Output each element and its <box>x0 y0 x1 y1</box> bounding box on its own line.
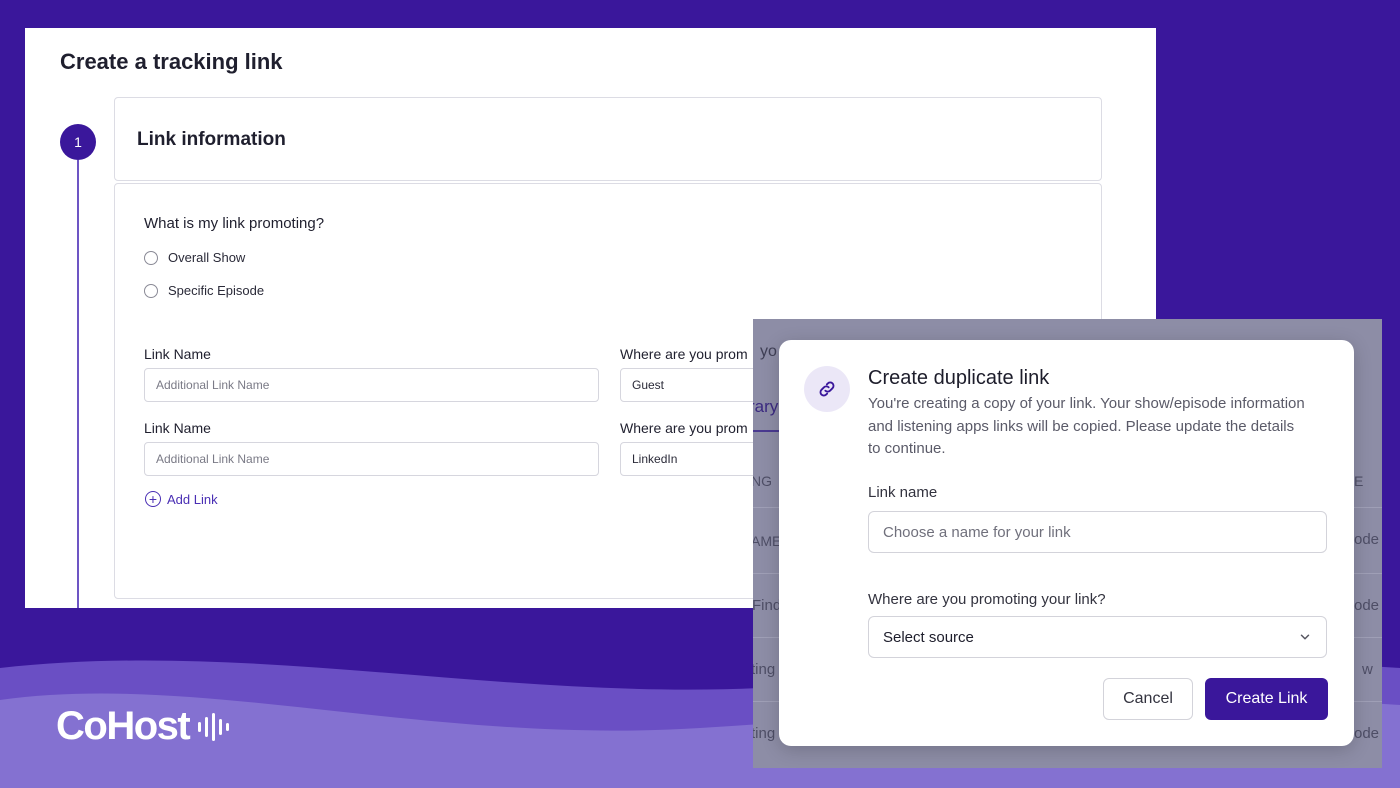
duplicate-link-modal: Create duplicate link You're creating a … <box>779 340 1354 746</box>
radio-overall-show[interactable]: Overall Show <box>144 250 245 265</box>
section-title: Link information <box>137 129 286 150</box>
background-cell-fragment: ting <box>753 661 776 678</box>
where-promoting-label: Where are you prom <box>620 346 748 362</box>
section-header: Link information <box>114 97 1102 181</box>
background-tab-fragment: rary <box>753 397 779 416</box>
source-select[interactable]: Select source <box>868 616 1327 658</box>
background-cell-fragment: ode <box>1354 725 1380 742</box>
step-indicator: 1 <box>60 124 96 160</box>
background-cell-fragment: ode <box>1354 531 1380 548</box>
radio-label: Overall Show <box>168 250 246 265</box>
promotion-question: What is my link promoting? <box>144 215 325 232</box>
radio-button[interactable] <box>144 283 158 298</box>
where-promoting-label: Where are you promoting your link? <box>868 591 1106 608</box>
add-link-label: Add Link <box>167 491 218 507</box>
background-cell-fragment: ode <box>1354 597 1380 614</box>
link-name-label: Link Name <box>144 420 211 436</box>
link-name-input[interactable]: Choose a name for your link <box>868 511 1327 553</box>
modal-title: Create duplicate link <box>868 367 1050 389</box>
modal-description: You're creating a copy of your link. You… <box>868 395 1305 457</box>
radio-specific-episode[interactable]: Specific Episode <box>144 283 264 298</box>
background-column-fragment: AME <box>753 533 782 549</box>
audio-wave-icon <box>198 712 230 741</box>
background-column-fragment: E <box>1354 473 1364 489</box>
link-name-label: Link Name <box>144 346 211 362</box>
cohost-logo: CoHost <box>56 704 235 749</box>
background-tab-underline <box>753 430 779 432</box>
background-cell-fragment: w <box>1362 661 1373 678</box>
radio-button[interactable] <box>144 250 158 265</box>
link-name-input[interactable]: Additional Link Name <box>144 368 599 402</box>
modal-backdrop: yo rary NG E AME ode Find ode ting w tin… <box>753 319 1382 768</box>
create-link-button[interactable]: Create Link <box>1205 678 1328 720</box>
chevron-down-icon <box>1300 634 1310 640</box>
background-cell-fragment: ting <box>753 725 776 742</box>
plus-circle-icon: + <box>145 491 161 507</box>
radio-label: Specific Episode <box>168 283 265 298</box>
step-connector-line <box>77 160 79 608</box>
background-column-fragment: NG <box>753 473 772 489</box>
link-name-label: Link name <box>868 484 938 501</box>
background-cell-fragment: Find <box>753 597 782 614</box>
select-value: Select source <box>883 628 974 646</box>
link-icon <box>804 366 850 412</box>
where-promoting-label: Where are you prom <box>620 420 748 436</box>
page-title: Create a tracking link <box>60 49 283 74</box>
background-text-fragment: yo <box>760 343 777 360</box>
add-link-button[interactable]: + Add Link <box>145 491 218 507</box>
link-name-input[interactable]: Additional Link Name <box>144 442 599 476</box>
logo-text: CoHost <box>56 704 191 748</box>
cancel-button[interactable]: Cancel <box>1103 678 1193 720</box>
